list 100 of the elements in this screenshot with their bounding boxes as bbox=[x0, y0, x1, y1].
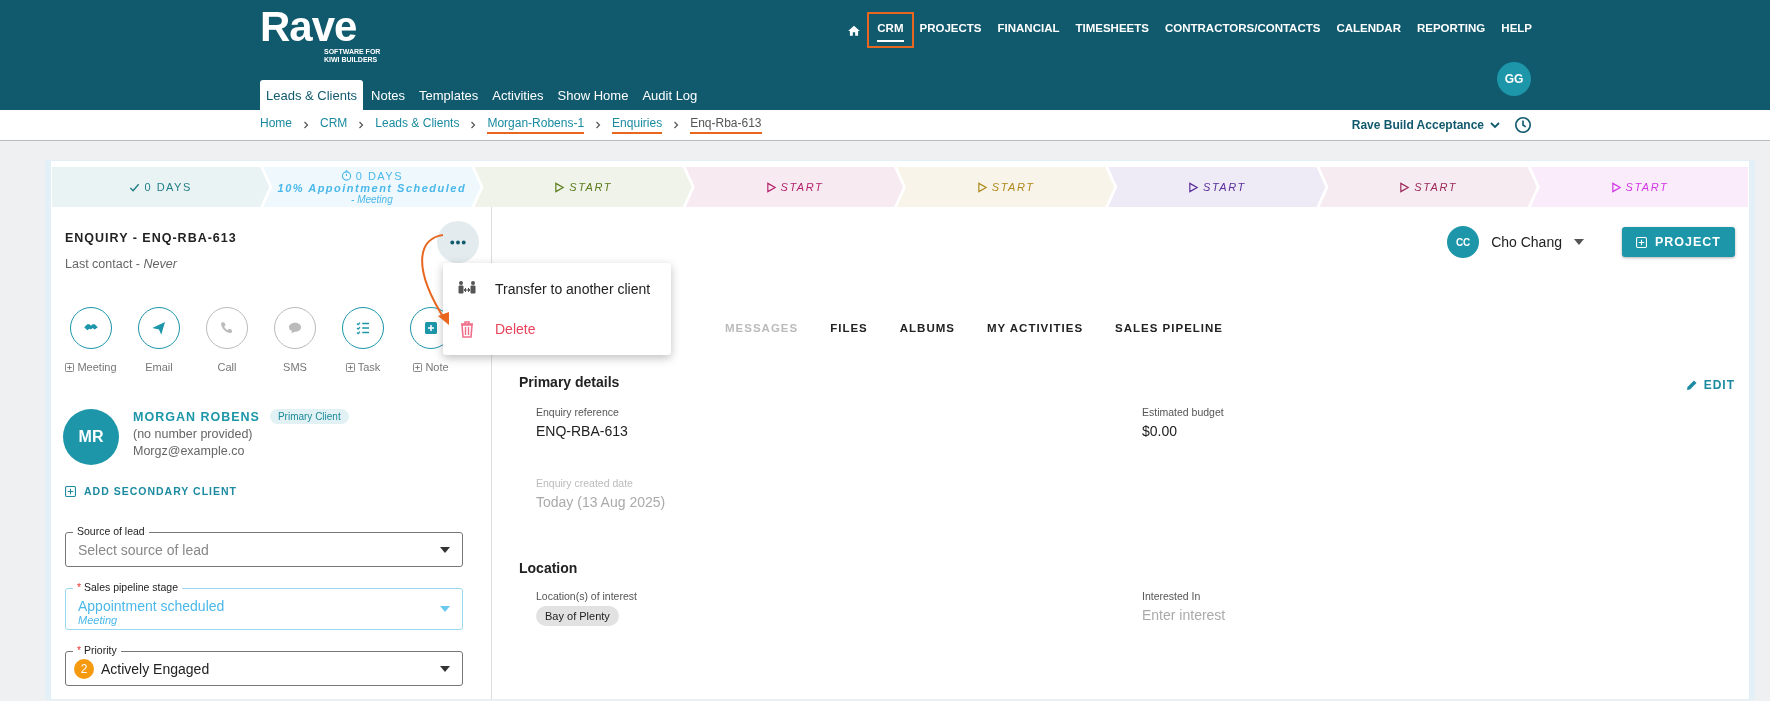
client-badge: Primary Client bbox=[269, 409, 349, 424]
field-value: $0.00 bbox=[1142, 423, 1179, 439]
field-label: Enquiry created date bbox=[536, 477, 634, 489]
breadcrumb-link[interactable]: Leads & Clients bbox=[375, 116, 460, 134]
field-value: ENQ-RBA-613 bbox=[536, 423, 629, 439]
edit-button[interactable]: EDIT bbox=[1685, 378, 1735, 392]
nav-link[interactable]: CONTRACTORS/CONTACTS bbox=[1164, 20, 1321, 42]
nav-link[interactable]: TIMESHEETS bbox=[1075, 20, 1149, 42]
menu-item[interactable]: Delete bbox=[443, 309, 671, 349]
stage-label: START bbox=[1625, 181, 1669, 193]
enquiry-title: ENQUIRY - ENQ-RBA-613 bbox=[65, 231, 237, 245]
more-button[interactable] bbox=[437, 221, 479, 263]
owner-avatar[interactable]: CC bbox=[1447, 226, 1480, 258]
plus-box-icon bbox=[65, 485, 76, 497]
client-name-link[interactable]: MORGAN ROBENS bbox=[133, 409, 260, 424]
plus-box-icon bbox=[1635, 236, 1647, 248]
stage-label: START bbox=[569, 181, 612, 193]
nav-link[interactable]: REPORTING bbox=[1416, 20, 1486, 42]
field-label: Estimated budget bbox=[1142, 406, 1225, 418]
nav-link[interactable]: HELP bbox=[1501, 20, 1532, 42]
action-button[interactable] bbox=[342, 307, 384, 349]
subnav-tab[interactable]: Templates bbox=[413, 80, 485, 110]
action-label: Note bbox=[425, 361, 449, 373]
paper-plane-icon bbox=[150, 319, 168, 337]
chevron-right-icon bbox=[357, 121, 366, 129]
note-icon bbox=[422, 319, 440, 337]
select-value: Actively Engaged bbox=[101, 660, 210, 677]
subnav-tab[interactable]: Notes bbox=[365, 80, 412, 110]
pencil-icon bbox=[1685, 379, 1698, 391]
stage-label: 0 DAYS bbox=[144, 181, 192, 193]
select-placeholder: Select source of lead bbox=[78, 541, 209, 558]
tab-label[interactable]: FILES bbox=[814, 318, 884, 340]
subnav-tab[interactable]: Show Home bbox=[551, 80, 635, 110]
select-value: Appointment scheduled bbox=[78, 598, 225, 614]
caret-down-icon bbox=[440, 606, 450, 612]
user-avatar[interactable]: GG bbox=[1497, 62, 1531, 96]
menu-item[interactable]: Transfer to another client bbox=[443, 269, 671, 309]
timer-icon bbox=[340, 170, 352, 181]
action-button[interactable] bbox=[138, 307, 180, 349]
field-value: Today (13 Aug 2025) bbox=[536, 494, 667, 510]
action-label: Task bbox=[357, 361, 381, 373]
pipeline-stage[interactable]: START bbox=[1530, 167, 1748, 207]
interest-input[interactable]: Enter interest bbox=[1142, 607, 1342, 623]
subnav-tab[interactable]: Activities bbox=[486, 80, 550, 110]
clock-icon[interactable] bbox=[1514, 116, 1532, 134]
company-selector[interactable]: Rave Build Acceptance bbox=[1351, 118, 1500, 132]
pipeline-stage[interactable]: 0 DAYS bbox=[52, 167, 270, 207]
stage-label: 0 DAYS bbox=[355, 169, 404, 182]
tab-label[interactable]: ALBUMS bbox=[883, 318, 971, 340]
breadcrumb-link[interactable]: Enquiries bbox=[612, 116, 663, 134]
check-icon bbox=[129, 181, 141, 193]
nav-link[interactable]: CALENDAR bbox=[1336, 20, 1401, 42]
nav-link[interactable]: FINANCIAL bbox=[997, 20, 1060, 42]
chevron-right-icon bbox=[672, 121, 681, 129]
add-secondary-client-button[interactable]: ADD SECONDARY CLIENT bbox=[65, 485, 237, 497]
caret-down-icon bbox=[440, 665, 450, 672]
action-label: Email bbox=[145, 361, 173, 373]
section-title: Primary details bbox=[519, 374, 620, 390]
breadcrumb-link[interactable]: CRM bbox=[320, 116, 348, 134]
subnav-tab[interactable]: Leads & Clients bbox=[260, 80, 364, 110]
more-icon bbox=[450, 239, 466, 245]
stage-label: START bbox=[1203, 181, 1246, 193]
field-label: Location(s) of interest bbox=[536, 590, 638, 602]
home-icon[interactable] bbox=[847, 24, 862, 38]
pipeline-stage[interactable]: START bbox=[1108, 167, 1326, 207]
stage-label: START bbox=[780, 181, 824, 193]
field-label: Interested In bbox=[1142, 590, 1202, 602]
last-contact: Last contact - Never bbox=[65, 257, 179, 271]
action-label: Call bbox=[217, 361, 237, 373]
client-email: Morgz@example.co bbox=[133, 444, 246, 458]
pipeline-stage[interactable]: START bbox=[1319, 167, 1537, 207]
subnav-tab[interactable]: Audit Log bbox=[636, 80, 704, 110]
action-label: SMS bbox=[283, 361, 307, 373]
tab-label[interactable]: MY ACTIVITIES bbox=[971, 318, 1100, 340]
tab-label[interactable]: SALES PIPELINE bbox=[1099, 318, 1239, 340]
pipeline-stage[interactable]: START bbox=[685, 167, 903, 207]
nav-link[interactable]: CRM bbox=[877, 20, 904, 42]
logo-wordmark[interactable]: Rave bbox=[260, 6, 357, 48]
action-button[interactable] bbox=[70, 307, 112, 349]
caret-down-icon bbox=[1573, 239, 1584, 245]
location-chip: Bay of Plenty bbox=[536, 606, 619, 626]
add-project-button[interactable]: PROJECT bbox=[1621, 227, 1735, 257]
stage-title: 10% Appointment Scheduled bbox=[277, 181, 467, 194]
stage-subtitle: - Meeting bbox=[351, 193, 393, 205]
owner-name[interactable]: Cho Chang bbox=[1491, 234, 1562, 250]
checklist-icon bbox=[354, 319, 372, 337]
breadcrumb-link[interactable]: Home bbox=[260, 116, 292, 134]
nav-link[interactable]: PROJECTS bbox=[919, 20, 982, 42]
tab-label: MESSAGES bbox=[724, 321, 800, 336]
play-icon bbox=[1399, 181, 1411, 193]
stage-label: START bbox=[1414, 181, 1457, 193]
select-subvalue: Meeting bbox=[78, 614, 119, 626]
field-label: Enquiry reference bbox=[536, 406, 620, 418]
breadcrumb-link[interactable]: Morgan-Robens-1 bbox=[487, 116, 585, 134]
chevron-down-icon bbox=[1490, 120, 1500, 130]
play-icon bbox=[1188, 181, 1200, 193]
pipeline-stage[interactable]: START bbox=[474, 167, 692, 207]
client-phone: (no number provided) bbox=[133, 427, 254, 441]
play-icon bbox=[554, 181, 566, 193]
chevron-right-icon bbox=[469, 121, 478, 129]
